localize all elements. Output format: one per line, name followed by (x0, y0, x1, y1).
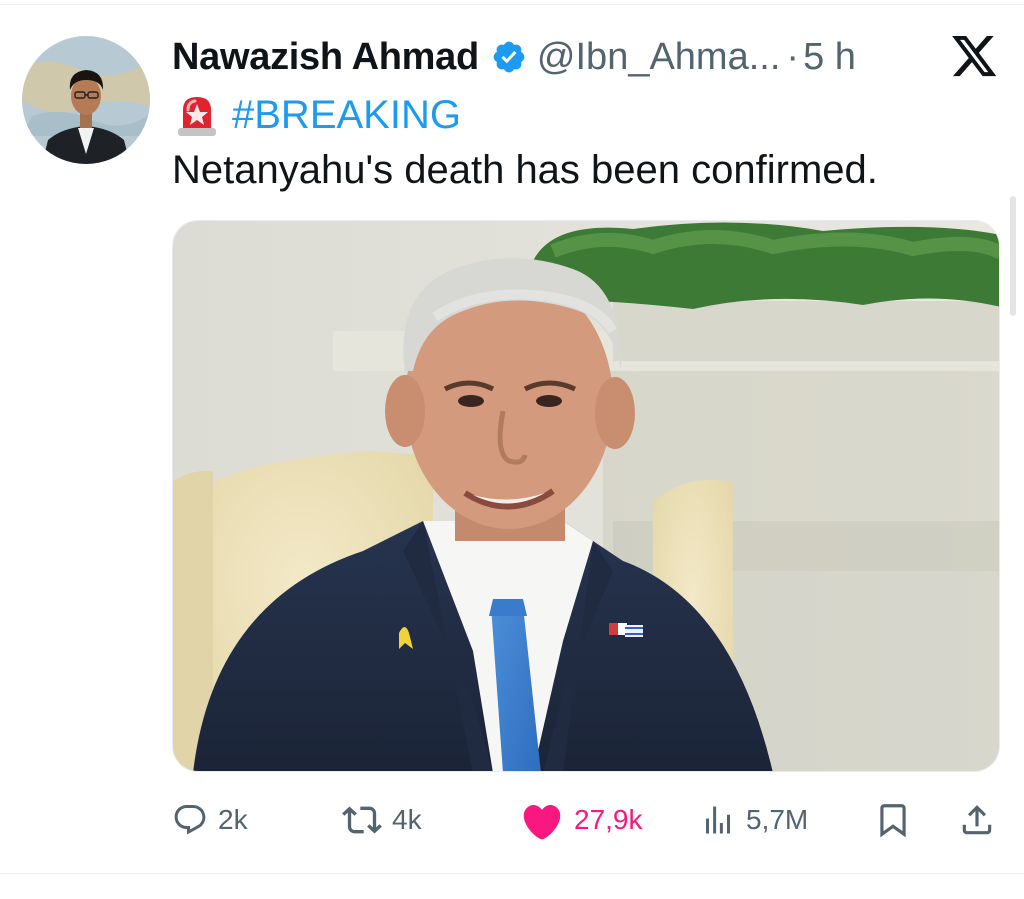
views-count: 5,7M (746, 804, 809, 835)
views-icon (706, 806, 730, 834)
author-display-name[interactable]: Nawazish Ahmad (172, 36, 479, 79)
like-count: 27,9k (574, 804, 643, 835)
bookmark-button[interactable] (874, 798, 912, 842)
media-photo (173, 221, 999, 771)
reply-count: 2k (218, 804, 248, 835)
author-handle[interactable]: @Ibn_Ahma... (537, 36, 780, 79)
retweet-button[interactable]: 4k (342, 798, 422, 842)
share-icon (962, 805, 992, 835)
reply-icon (174, 805, 206, 835)
like-button[interactable]: 27,9k (520, 798, 643, 842)
avatar[interactable] (22, 36, 150, 164)
views-button[interactable]: 5,7M (700, 798, 808, 842)
heart-icon (523, 804, 561, 840)
hashtag-breaking[interactable]: #BREAKING (232, 93, 461, 138)
tweet-text: Netanyahu's death has been confirmed. (172, 148, 878, 192)
bookmark-icon (880, 804, 906, 838)
tweet-media-image[interactable] (172, 220, 1000, 772)
retweet-icon (342, 806, 382, 834)
scrollbar[interactable] (1010, 196, 1016, 316)
tweet-timestamp[interactable]: 5 h (803, 36, 856, 79)
avatar-image (22, 36, 150, 164)
breaking-line: #BREAKING (176, 90, 461, 140)
verified-badge-icon[interactable] (491, 39, 527, 75)
separator-dot: · (786, 35, 800, 78)
retweet-count: 4k (392, 804, 422, 835)
siren-emoji-icon (176, 92, 218, 138)
share-button[interactable] (958, 798, 996, 842)
action-bar: 2k 4k 27,9k 5,7M (0, 798, 1024, 842)
reply-button[interactable]: 2k (172, 798, 248, 842)
top-divider (0, 4, 1024, 5)
tweet-header: Nawazish Ahmad @Ibn_Ahma... · 5 h (172, 32, 856, 82)
bottom-divider (0, 873, 1024, 874)
x-logo-icon (952, 36, 998, 78)
